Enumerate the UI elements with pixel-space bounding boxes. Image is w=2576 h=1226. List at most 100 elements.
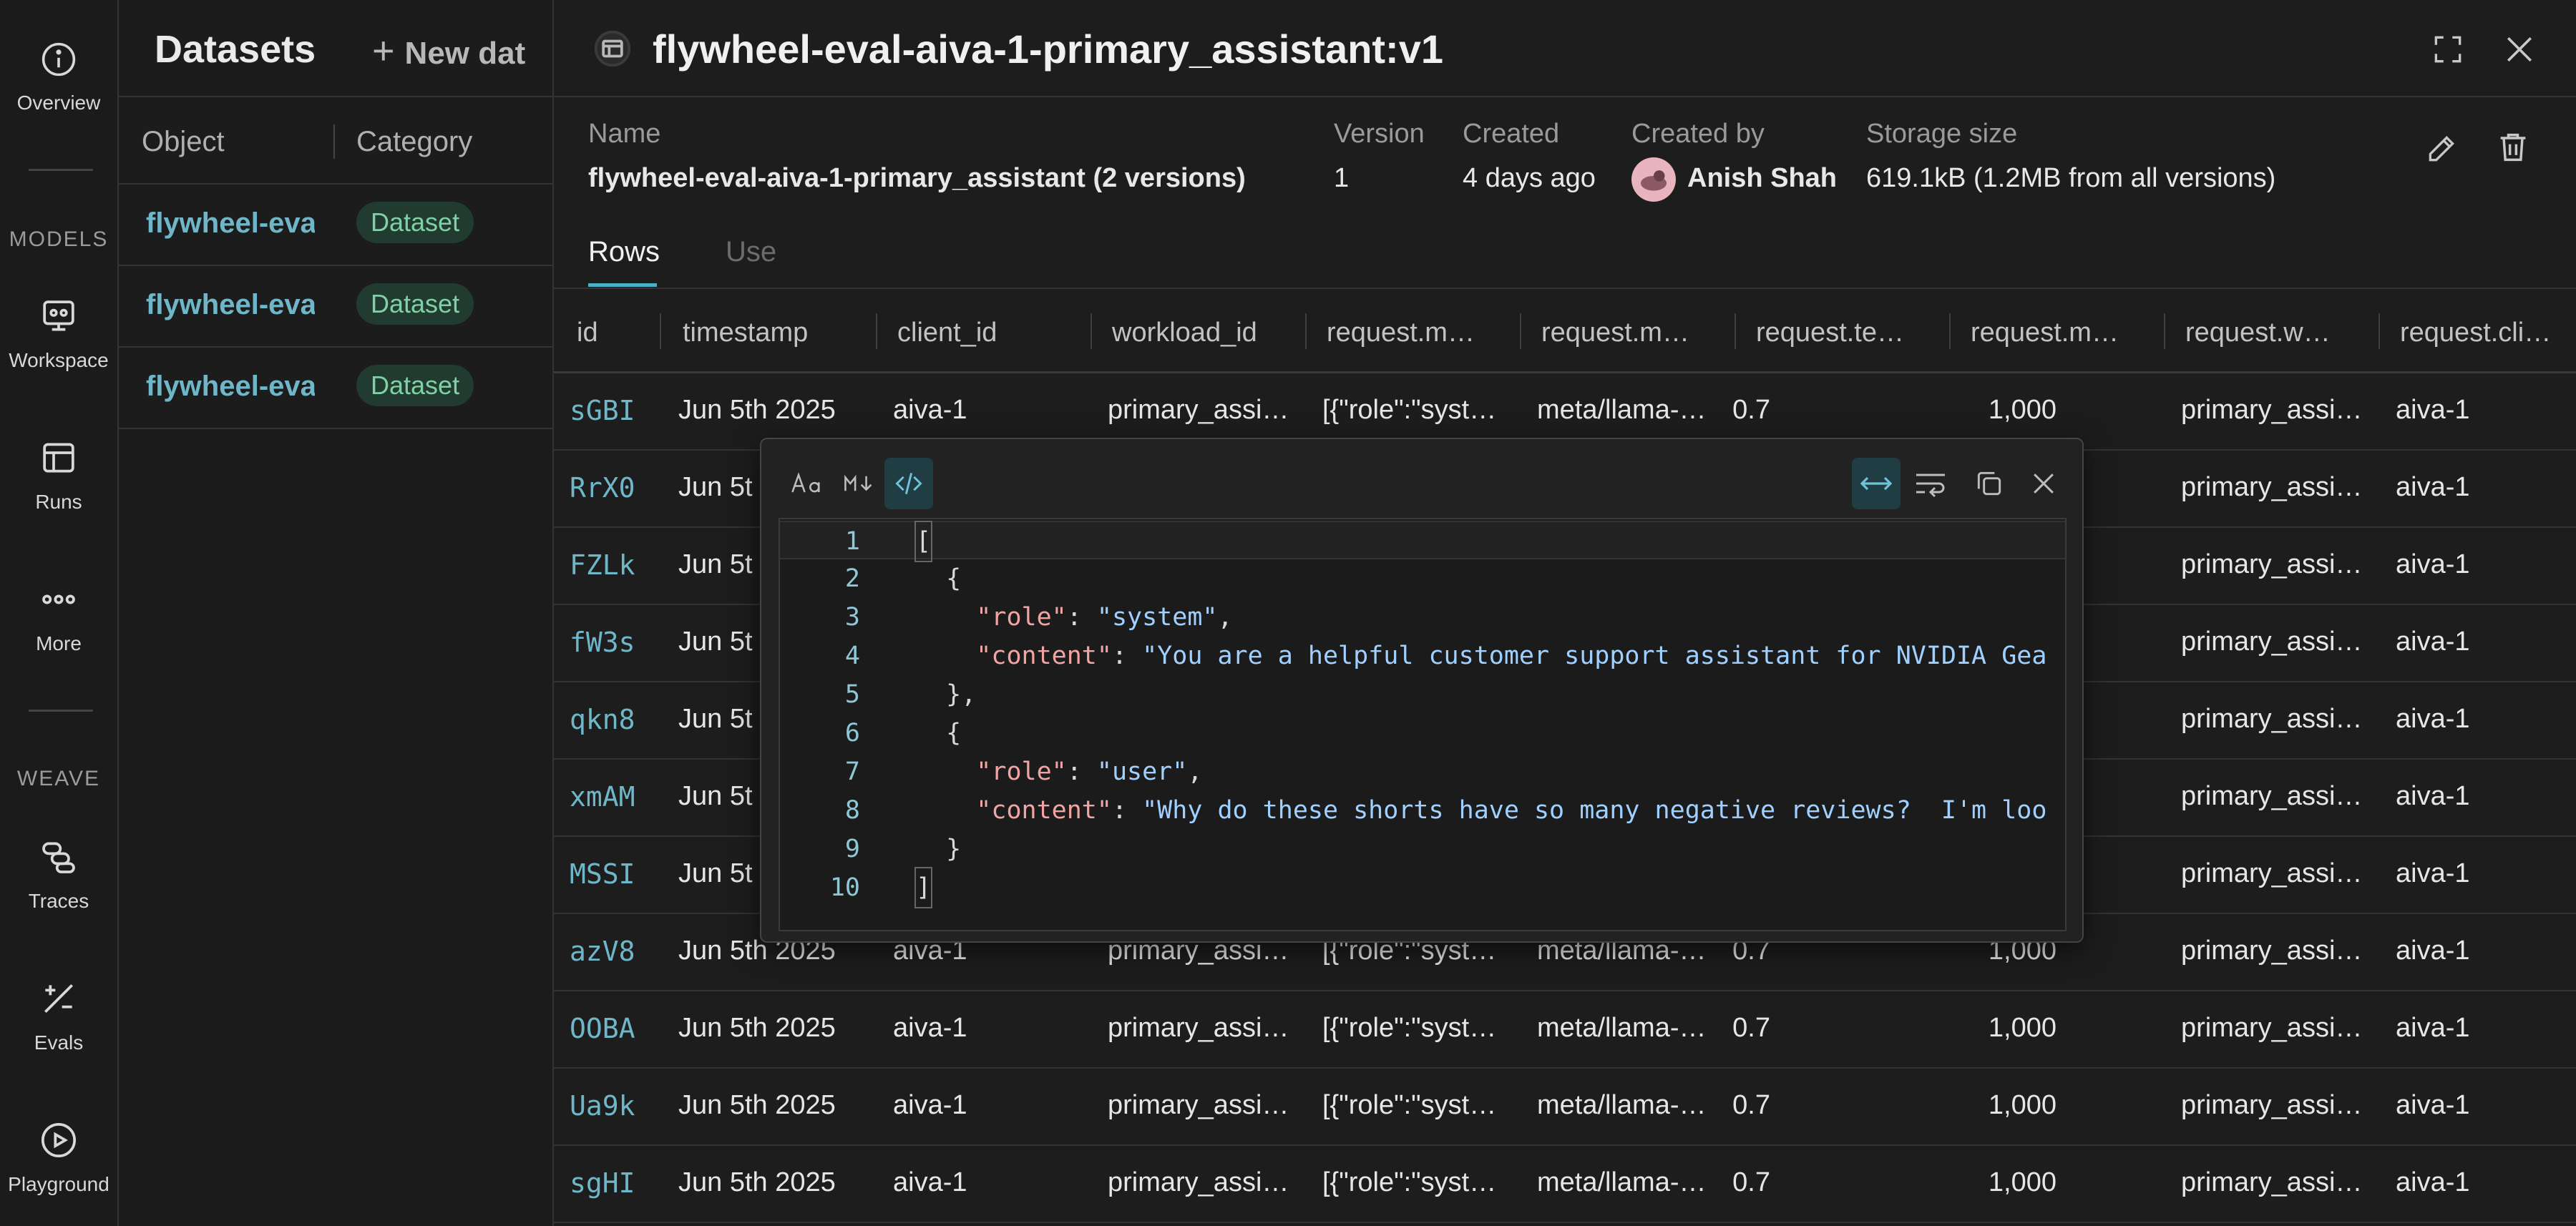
close-icon bbox=[2034, 474, 2054, 494]
col-header[interactable]: request.cli… bbox=[2400, 318, 2572, 348]
nav-overview[interactable]: Overview bbox=[0, 40, 117, 114]
cell-max-tokens: 1,000 bbox=[1988, 395, 2057, 425]
col-header[interactable]: timestamp bbox=[683, 318, 869, 348]
line-number: 1 bbox=[844, 527, 860, 556]
col-header[interactable]: workload_id bbox=[1112, 318, 1305, 348]
cell-id[interactable]: xmAM bbox=[570, 781, 648, 813]
wrap-horizontal-button[interactable] bbox=[1852, 458, 1901, 509]
new-dataset-button[interactable]: + New dat bbox=[372, 29, 525, 73]
copy-button[interactable] bbox=[1965, 458, 2014, 509]
text-format-button[interactable] bbox=[783, 458, 831, 509]
table-row[interactable]: sgHI Jun 5th 2025 at aiva-1 primary_assi… [{… bbox=[554, 1146, 2576, 1223]
avatar[interactable] bbox=[1631, 157, 1676, 202]
col-category[interactable]: Category bbox=[356, 126, 472, 158]
cell-workload: primary_assi… bbox=[2181, 781, 2363, 811]
cell-max-tokens: 1,000 bbox=[1988, 1090, 2057, 1120]
code-editor[interactable]: 1[2 {3 "role": "system", 4 "content": "Yo… bbox=[779, 518, 2067, 931]
nav-playground[interactable]: Playground bbox=[0, 1120, 117, 1196]
tab-rows[interactable]: Rows bbox=[588, 236, 660, 268]
trash-icon[interactable] bbox=[2494, 129, 2532, 166]
dataset-row[interactable]: flywheel-eva Dataset bbox=[119, 185, 552, 266]
dataset-link[interactable]: flywheel-eva bbox=[146, 371, 315, 403]
nav-runs[interactable]: Runs bbox=[0, 438, 117, 514]
cell-id[interactable]: MSSI bbox=[570, 858, 648, 890]
cell-workload: primary_assi… bbox=[2181, 936, 2363, 966]
column-divider bbox=[1520, 313, 1521, 349]
cell-client: aiva-1 bbox=[2396, 627, 2470, 657]
cell-id[interactable]: sGBI bbox=[570, 395, 648, 426]
json-punct: , bbox=[1217, 603, 1233, 632]
col-header[interactable]: id bbox=[577, 318, 655, 348]
json-key: "content" bbox=[976, 796, 1112, 825]
cell-temperature: 0.7 bbox=[1732, 1167, 1770, 1197]
nav-traces-label: Traces bbox=[28, 890, 89, 912]
cell-client: aiva-1 bbox=[2396, 936, 2470, 966]
nav-evals[interactable]: Evals bbox=[0, 979, 117, 1054]
cell-client: aiva-1 bbox=[2396, 1013, 2470, 1043]
cell-max-tokens: 1,000 bbox=[1988, 1013, 2057, 1043]
cell-id[interactable]: OOBA bbox=[570, 1013, 648, 1044]
wrap-lines-icon bbox=[1916, 474, 1945, 498]
tab-use[interactable]: Use bbox=[726, 236, 776, 268]
code-text: [ bbox=[914, 521, 933, 562]
table-row[interactable]: OOBA Jun 5th 2025 at aiva-1 primary_assi… [{… bbox=[554, 991, 2576, 1069]
cell-id[interactable]: FZLk bbox=[570, 549, 648, 581]
markdown-button[interactable] bbox=[836, 458, 884, 509]
col-header[interactable]: request.m… bbox=[1971, 318, 2164, 348]
col-object[interactable]: Object bbox=[142, 126, 225, 158]
code-icon bbox=[895, 472, 922, 495]
code-view-button[interactable] bbox=[884, 458, 933, 509]
cell-temperature: 0.7 bbox=[1732, 1013, 1770, 1043]
cell-max-tokens: 1,000 bbox=[1988, 1167, 2057, 1197]
cell-temperature: 0.7 bbox=[1732, 395, 1770, 425]
cell-client-id: aiva-1 bbox=[893, 1090, 967, 1120]
col-header[interactable]: request.w… bbox=[2185, 318, 2379, 348]
col-header[interactable]: request.m… bbox=[1541, 318, 1735, 348]
cell-id[interactable]: sgHI bbox=[570, 1167, 648, 1199]
nav-traces[interactable]: Traces bbox=[0, 837, 117, 913]
code-text: } bbox=[916, 835, 962, 863]
cell-client: aiva-1 bbox=[2396, 395, 2470, 425]
line-number: 9 bbox=[844, 835, 860, 863]
column-divider bbox=[2164, 313, 2165, 349]
dataset-link[interactable]: flywheel-eva bbox=[146, 207, 315, 240]
nav-more[interactable]: More bbox=[0, 579, 117, 655]
cell-client: aiva-1 bbox=[2396, 858, 2470, 888]
nav-workspace[interactable]: Workspace bbox=[0, 296, 117, 372]
dataset-row[interactable]: flywheel-eva Dataset bbox=[119, 266, 552, 348]
dataset-row[interactable]: flywheel-eva Dataset bbox=[119, 348, 552, 429]
table-row[interactable]: Ua9k Jun 5th 2025 at aiva-1 primary_assi… [{… bbox=[554, 1069, 2576, 1146]
edit-icon[interactable] bbox=[2424, 130, 2460, 166]
text-format-icon bbox=[791, 472, 820, 493]
expand-icon[interactable] bbox=[2430, 31, 2466, 67]
cell-timestamp: Jun 5th 2025 at bbox=[678, 1013, 843, 1043]
column-divider bbox=[1091, 313, 1092, 349]
wrap-lines-button[interactable] bbox=[1906, 458, 1955, 509]
cell-id[interactable]: azV8 bbox=[570, 936, 648, 967]
cell-client: aiva-1 bbox=[2396, 472, 2470, 502]
col-header[interactable]: client_id bbox=[897, 318, 1091, 348]
cell-id[interactable]: RrX0 bbox=[570, 472, 648, 504]
runs-table-icon bbox=[43, 443, 74, 473]
cell-value-popover: 1[2 {3 "role": "system", 4 "content": "Yo… bbox=[760, 438, 2084, 943]
active-tab-indicator bbox=[588, 283, 657, 287]
cell-client-id: aiva-1 bbox=[893, 1167, 967, 1197]
close-icon[interactable] bbox=[2500, 30, 2539, 69]
dataset-link[interactable]: flywheel-eva bbox=[146, 289, 315, 321]
col-header[interactable]: request.te… bbox=[1756, 318, 1949, 348]
nav-workspace-label: Workspace bbox=[9, 349, 109, 371]
created-by-value[interactable]: Anish Shah bbox=[1687, 163, 1837, 194]
cell-id[interactable]: Ua9k bbox=[570, 1090, 648, 1122]
cell-workload: primary_assi… bbox=[2181, 1013, 2363, 1043]
col-header[interactable]: request.m… bbox=[1327, 318, 1520, 348]
close-popover-button[interactable] bbox=[2019, 458, 2068, 509]
cell-messages: [{"role":"syst… bbox=[1322, 1013, 1497, 1043]
play-icon bbox=[41, 1122, 77, 1158]
cell-messages: [{"role":"syst… bbox=[1322, 1167, 1497, 1197]
cell-temperature: 0.7 bbox=[1732, 1090, 1770, 1120]
cell-timestamp: Jun 5th 2025 at bbox=[678, 395, 843, 425]
cell-id[interactable]: fW3s bbox=[570, 627, 648, 658]
cell-id[interactable]: qkn8 bbox=[570, 704, 648, 735]
traces-icon bbox=[42, 842, 75, 873]
json-string: "user" bbox=[1096, 757, 1188, 786]
